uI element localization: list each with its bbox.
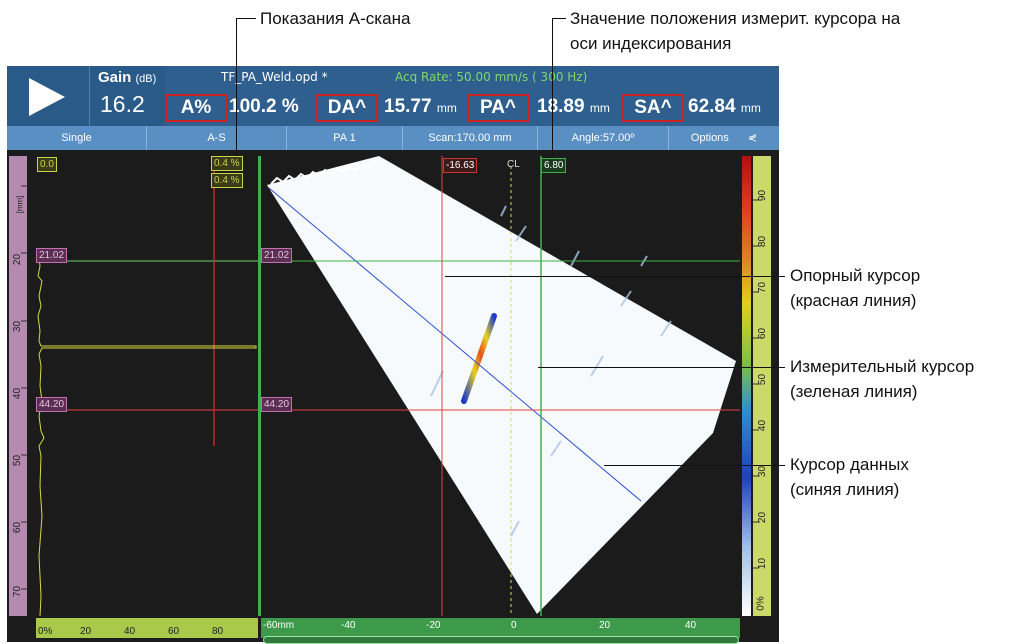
right-amplitude-ruler: 90 80 70 60 50 40 30 20 10 0% xyxy=(753,156,771,616)
ascan-ref-depth: 21.02 xyxy=(36,248,68,263)
gain-control[interactable]: Gain (dB) 16.2 xyxy=(89,66,165,126)
callout-line xyxy=(445,276,785,277)
left-depth-ruler: [mm] 20 30 40 50 60 70 xyxy=(9,156,27,616)
ascan-origin-chip: 0.0 xyxy=(37,157,57,172)
callout-line xyxy=(538,367,785,368)
sscan-meas-depth: 44.20 xyxy=(261,397,293,412)
sscan-meas-index: 6.80 xyxy=(541,158,567,173)
callout-meas-cursor-1: Измерительный курсор xyxy=(790,357,975,376)
sscan-ref-index: -16.63 xyxy=(443,158,478,173)
instrument-screen: Gain (dB) 16.2 TF_PA_Weld.opd * Acq Rate… xyxy=(7,66,779,644)
play-button[interactable] xyxy=(7,66,89,126)
tab-pa1[interactable]: PA 1 xyxy=(287,126,403,150)
callout-data-cursor-2: (синяя линия) xyxy=(790,480,900,499)
sscan-ref-depth: 21.02 xyxy=(261,248,293,263)
tab-single[interactable]: Single xyxy=(7,126,147,150)
tab-angle[interactable]: Angle:57.00º xyxy=(538,126,669,150)
callout-meas-index-2: оси индексирования xyxy=(570,34,732,53)
callout-data-cursor-1: Курсор данных xyxy=(790,455,909,474)
depth-unit: [mm] xyxy=(15,195,25,214)
ascan-view[interactable]: 0.0 0.4 % 0.4 % 21.02 44.20 xyxy=(36,156,258,616)
callout-line xyxy=(236,18,237,156)
tab-bar: Single A-S PA 1 Scan:170.00 mm Angle:57.… xyxy=(7,126,779,150)
centerline-label: CL xyxy=(507,159,520,170)
callout-line xyxy=(604,465,785,466)
gate-a-reading: 0.4 % xyxy=(211,156,243,171)
tab-options[interactable]: Options ⋞ xyxy=(669,126,779,150)
ascan-amplitude-ruler: 0% 20 40 60 80 xyxy=(36,618,258,638)
sscan-view[interactable]: 21.02 44.20 -16.63 6.80 CL xyxy=(261,156,740,616)
top-toolbar: Gain (dB) 16.2 TF_PA_Weld.opd * Acq Rate… xyxy=(7,66,779,126)
callout-line xyxy=(236,18,256,19)
index-scrollbar[interactable] xyxy=(263,636,739,644)
collapse-icon: ⋞ xyxy=(747,132,758,144)
callout-ref-cursor-1: Опорный курсор xyxy=(790,266,921,285)
tab-scan[interactable]: Scan:170.00 mm xyxy=(403,126,538,150)
callout-meas-index-1: Значение положения измерит. курсора на xyxy=(570,9,901,28)
callout-line xyxy=(552,18,566,19)
callout-line xyxy=(552,18,553,156)
ascan-meas-depth: 44.20 xyxy=(36,397,68,412)
play-icon xyxy=(29,78,65,116)
gate-b-reading: 0.4 % xyxy=(211,173,243,188)
callout-ref-cursor-2: (красная линия) xyxy=(790,291,917,310)
gain-value: 16.2 xyxy=(100,91,145,117)
tab-a-s[interactable]: A-S xyxy=(147,126,287,150)
sscan-index-ruler: -60mm -40 -20 0 20 40 xyxy=(261,618,740,638)
callout-meas-cursor-2: (зеленая линия) xyxy=(790,382,918,401)
callout-ascan-readings: Показания А-скана xyxy=(260,9,411,28)
acq-rate: Acq Rate: 50.00 mm/s ( 300 Hz) xyxy=(395,70,588,84)
gain-label: Gain (dB) xyxy=(98,69,157,86)
color-palette-bar xyxy=(742,156,751,616)
